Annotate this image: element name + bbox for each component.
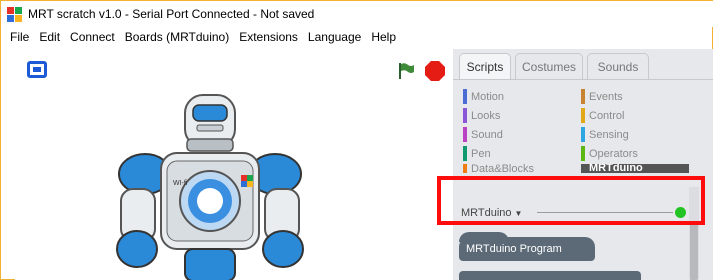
category-sound[interactable]: Sound bbox=[463, 126, 503, 143]
tab-scripts[interactable]: Scripts bbox=[459, 53, 511, 79]
block-category-palette: Motion Looks Sound Pen Data&Blocks Event… bbox=[459, 82, 699, 182]
stop-icon[interactable] bbox=[425, 61, 445, 81]
window-title: MRT scratch v1.0 - Serial Port Connected… bbox=[28, 7, 315, 21]
tab-costumes[interactable]: Costumes bbox=[515, 53, 583, 79]
category-sensing[interactable]: Sensing bbox=[581, 126, 629, 143]
command-block[interactable] bbox=[459, 271, 641, 280]
tab-sounds[interactable]: Sounds bbox=[587, 53, 649, 79]
robot-chest-label: WI-fi bbox=[173, 180, 188, 187]
category-data-blocks[interactable]: Data&Blocks bbox=[463, 164, 534, 173]
menu-file[interactable]: File bbox=[5, 30, 34, 44]
menu-edit[interactable]: Edit bbox=[34, 30, 65, 44]
tab-costumes-label: Costumes bbox=[521, 59, 577, 74]
robot-sprite[interactable]: WI-fi bbox=[115, 89, 305, 280]
category-control[interactable]: Control bbox=[581, 107, 624, 124]
category-looks[interactable]: Looks bbox=[463, 107, 500, 124]
tab-divider bbox=[453, 79, 713, 80]
mrtduino-program-block[interactable]: MRTduino Program bbox=[459, 232, 595, 261]
category-swatch bbox=[463, 89, 467, 104]
category-swatch bbox=[581, 164, 585, 173]
category-label: Looks bbox=[471, 109, 501, 122]
category-swatch bbox=[463, 127, 467, 142]
scrollbar-thumb[interactable] bbox=[690, 221, 698, 280]
stage-toolbar bbox=[15, 51, 453, 87]
menu-help[interactable]: Help bbox=[366, 30, 401, 44]
category-events[interactable]: Events bbox=[581, 88, 623, 105]
menu-bar: File Edit Connect Boards (MRTduino) Exte… bbox=[1, 27, 713, 47]
category-label: Sensing bbox=[589, 128, 629, 141]
title-bar: MRT scratch v1.0 - Serial Port Connected… bbox=[1, 1, 713, 27]
category-motion[interactable]: Motion bbox=[463, 88, 504, 105]
category-mrtduino[interactable]: MRTduino bbox=[581, 164, 689, 173]
category-swatch bbox=[581, 108, 585, 123]
category-label: Operators bbox=[589, 147, 638, 160]
category-swatch bbox=[463, 164, 467, 173]
tab-sounds-label: Sounds bbox=[597, 59, 639, 74]
category-operators[interactable]: Operators bbox=[581, 145, 638, 162]
app-logo-icon bbox=[7, 6, 22, 22]
category-swatch bbox=[581, 89, 585, 104]
category-swatch bbox=[463, 146, 467, 161]
highlight-annotation bbox=[437, 176, 705, 225]
menu-language[interactable]: Language bbox=[303, 30, 366, 44]
fullscreen-icon[interactable] bbox=[27, 61, 47, 78]
tab-scripts-label: Scripts bbox=[466, 59, 504, 74]
category-swatch bbox=[463, 108, 467, 123]
category-label: Pen bbox=[471, 147, 491, 160]
category-label: Events bbox=[589, 90, 623, 103]
category-swatch bbox=[581, 127, 585, 142]
stage-pane: WI-fi bbox=[15, 51, 453, 280]
block-label: MRTduino Program bbox=[466, 243, 562, 255]
app-window: MRT scratch v1.0 - Serial Port Connected… bbox=[0, 0, 713, 280]
category-pen[interactable]: Pen bbox=[463, 145, 491, 162]
category-label: Data&Blocks bbox=[471, 164, 534, 173]
category-label: Motion bbox=[471, 90, 505, 103]
category-label: Control bbox=[589, 109, 625, 122]
category-label: Sound bbox=[471, 128, 503, 141]
menu-connect[interactable]: Connect bbox=[65, 30, 120, 44]
menu-boards[interactable]: Boards (MRTduino) bbox=[120, 30, 234, 44]
category-swatch bbox=[581, 146, 585, 161]
green-flag-icon[interactable] bbox=[397, 62, 415, 80]
category-label: MRTduino bbox=[589, 164, 643, 173]
menu-extensions[interactable]: Extensions bbox=[234, 30, 303, 44]
